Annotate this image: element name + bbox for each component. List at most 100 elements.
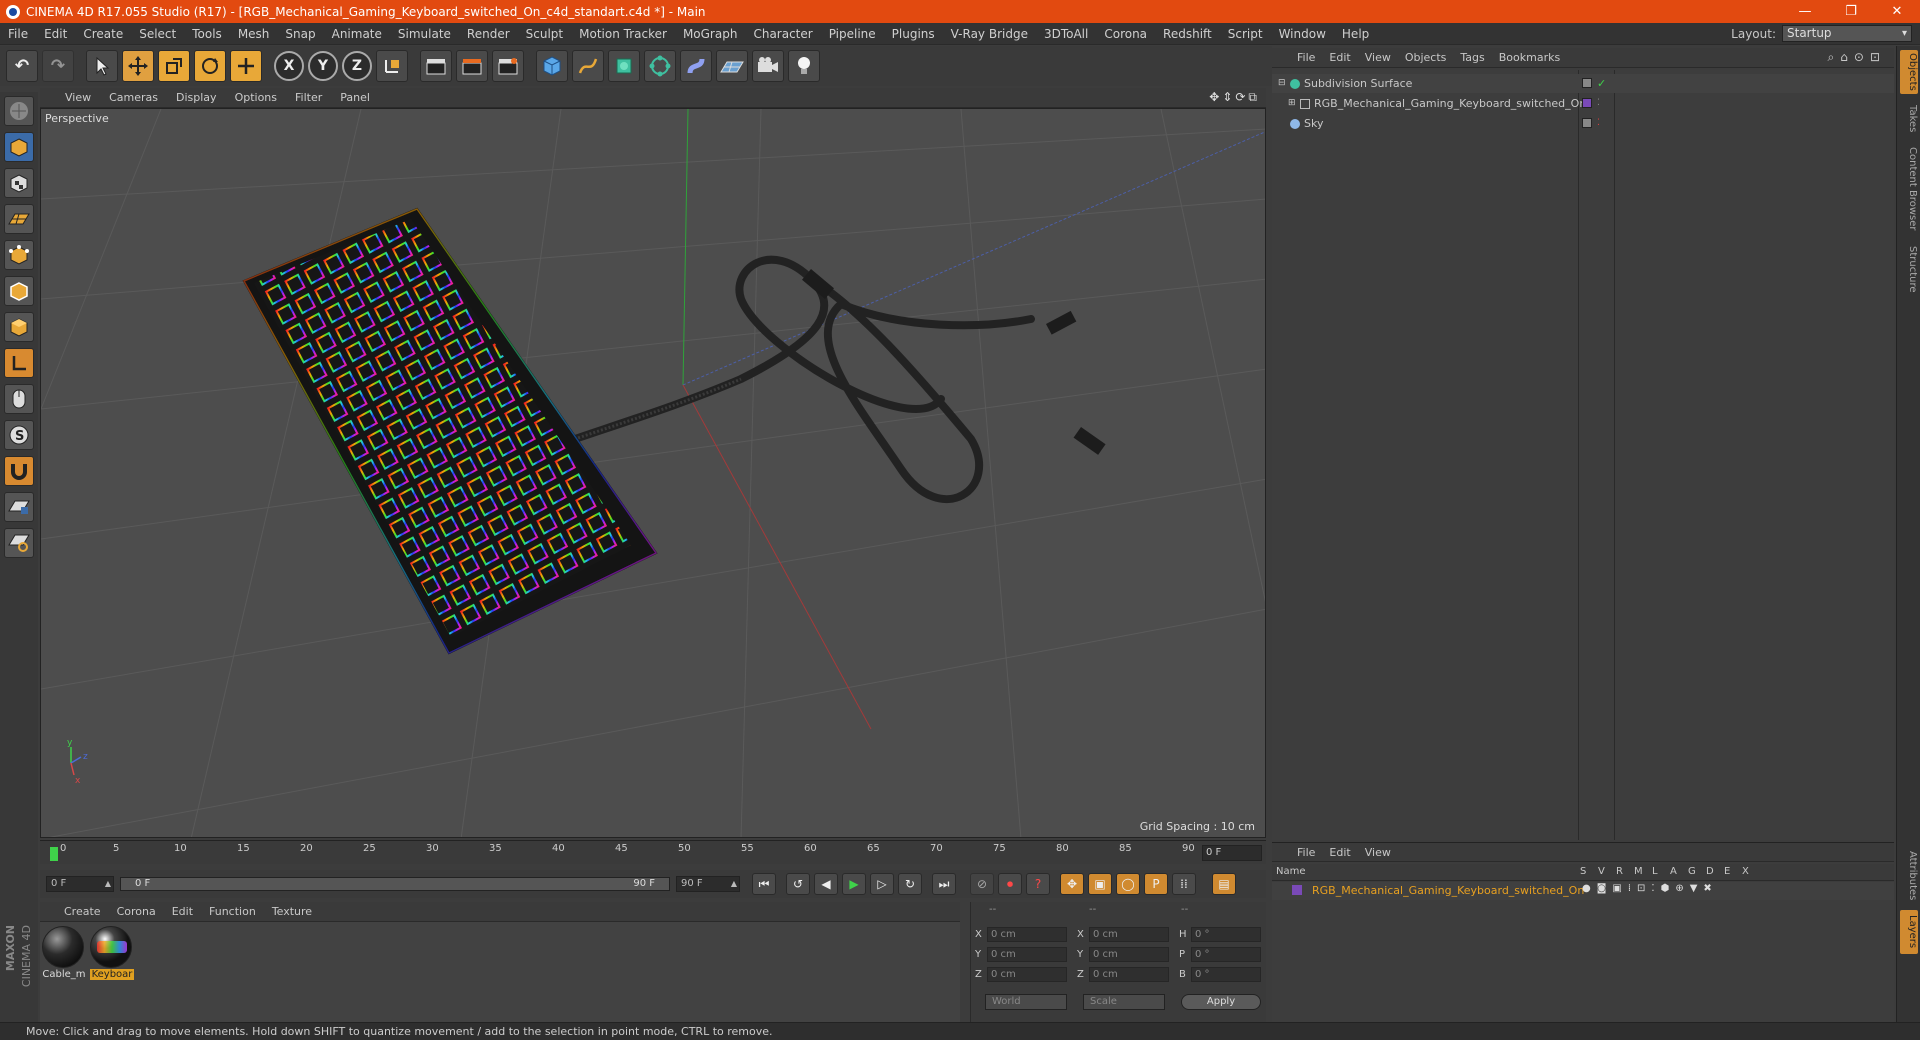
workplane-rotate-button[interactable] [4, 528, 34, 558]
tab-attributes[interactable]: Attributes [1900, 846, 1918, 906]
material-menu-function[interactable]: Function [201, 905, 264, 918]
object-menu-tags[interactable]: Tags [1453, 51, 1491, 64]
workplane-mode-button[interactable] [4, 204, 34, 234]
size-y-field[interactable]: 0 cm [1089, 946, 1169, 962]
menu-sculpt[interactable]: Sculpt [518, 27, 571, 41]
menu-create[interactable]: Create [75, 27, 131, 41]
go-to-end-button[interactable]: ⏭ [932, 873, 956, 895]
viewport-menu-display[interactable]: Display [167, 91, 226, 104]
viewport-menu-cameras[interactable]: Cameras [100, 91, 167, 104]
redo-button[interactable]: ↷ [42, 50, 74, 82]
menu-snap[interactable]: Snap [277, 27, 323, 41]
coord-size-dropdown[interactable]: Scale [1083, 994, 1165, 1010]
workplane-lock-button[interactable] [4, 492, 34, 522]
render-view-button[interactable] [420, 50, 452, 82]
material-menu-corona[interactable]: Corona [109, 905, 164, 918]
scale-track-button[interactable]: ▣ [1088, 873, 1112, 895]
recent-tool-button[interactable] [230, 50, 262, 82]
points-mode-button[interactable] [4, 240, 34, 270]
autokeying-button[interactable]: ⏺ [998, 873, 1022, 895]
expand-toggle-icon[interactable]: ⊞ [1288, 94, 1296, 113]
rotation-p-field[interactable]: 0 ° [1191, 946, 1261, 962]
menu-pipeline[interactable]: Pipeline [821, 27, 884, 41]
material-menu-edit[interactable]: Edit [164, 905, 201, 918]
menu-animate[interactable]: Animate [324, 27, 390, 41]
material-cable[interactable]: Cable_m [42, 926, 86, 980]
add-camera-button[interactable] [752, 50, 784, 82]
layer-menu-edit[interactable]: Edit [1322, 846, 1357, 859]
scale-tool-button[interactable] [158, 50, 190, 82]
menu-plugins[interactable]: Plugins [884, 27, 943, 41]
menu-vray-bridge[interactable]: V-Ray Bridge [943, 27, 1036, 41]
viewport-menu-panel[interactable]: Panel [331, 91, 379, 104]
menu-mograph[interactable]: MoGraph [675, 27, 746, 41]
menu-window[interactable]: Window [1271, 27, 1334, 41]
add-floor-button[interactable] [716, 50, 748, 82]
menu-redshift[interactable]: Redshift [1155, 27, 1220, 41]
tab-layers[interactable]: Layers [1900, 910, 1918, 954]
expand-icon[interactable]: ⊡ [1870, 50, 1886, 64]
add-spline-button[interactable] [572, 50, 604, 82]
object-menu-bookmarks[interactable]: Bookmarks [1492, 51, 1567, 64]
add-cube-button[interactable] [536, 50, 568, 82]
start-frame-field[interactable]: 0 F ▲ [46, 876, 114, 892]
render-off-dots-icon[interactable]: ⁚ [1597, 114, 1600, 133]
rotation-h-field[interactable]: 0 ° [1191, 926, 1261, 942]
layer-row[interactable]: RGB_Mechanical_Gaming_Keyboard_switched_… [1272, 882, 1894, 900]
texture-mode-button[interactable] [4, 168, 34, 198]
material-tag-icon[interactable] [1582, 118, 1592, 128]
edges-mode-button[interactable] [4, 276, 34, 306]
material-menu-create[interactable]: Create [56, 905, 109, 918]
move-tool-button[interactable] [122, 50, 154, 82]
menu-select[interactable]: Select [131, 27, 184, 41]
play-forwards-button[interactable]: ▶ [842, 873, 866, 895]
menu-help[interactable]: Help [1334, 27, 1377, 41]
frame-range-slider[interactable]: 0 F 90 F [120, 877, 670, 891]
minimize-button[interactable]: — [1782, 0, 1828, 23]
layer-menu-view[interactable]: View [1358, 846, 1398, 859]
apply-button[interactable]: Apply [1181, 994, 1261, 1010]
timeline-ruler[interactable]: 0 5 10 15 20 25 30 35 40 45 50 55 60 65 … [40, 840, 1266, 864]
menu-3dtoall[interactable]: 3DToAll [1036, 27, 1096, 41]
previous-keyframe-button[interactable]: ↺ [786, 873, 810, 895]
material-menu-texture[interactable]: Texture [264, 905, 320, 918]
menu-edit[interactable]: Edit [36, 27, 75, 41]
live-selection-button[interactable] [86, 50, 118, 82]
tree-item-sky[interactable]: Sky ⁚ [1272, 114, 1894, 133]
object-manager-tools[interactable]: ⌕⌂⊙⊡ [1828, 50, 1886, 65]
make-editable-button[interactable] [4, 96, 34, 126]
home-icon[interactable]: ⌂ [1840, 50, 1854, 64]
snapping-button[interactable]: S [4, 420, 34, 450]
current-frame-field[interactable]: 0 F [1202, 845, 1262, 861]
link-icon[interactable]: ⊙ [1854, 50, 1870, 64]
z-axis-lock-button[interactable]: Z [342, 51, 372, 81]
material-keyboard[interactable]: Keyboar [90, 926, 134, 980]
tree-item-subdivision-surface[interactable]: ⊟ Subdivision Surface ✓ [1272, 74, 1894, 93]
3d-viewport[interactable]: y z x Perspective Grid Spacing : 10 cm [40, 108, 1266, 838]
viewport-menu-options[interactable]: Options [226, 91, 286, 104]
position-z-field[interactable]: 0 cm [987, 966, 1067, 982]
previous-frame-button[interactable]: ◀ [814, 873, 838, 895]
enable-axis-button[interactable] [4, 348, 34, 378]
menu-corona[interactable]: Corona [1096, 27, 1155, 41]
layout-dropdown[interactable]: Startup [1782, 25, 1912, 42]
menu-mesh[interactable]: Mesh [230, 27, 278, 41]
enabled-check-icon[interactable]: ✓ [1597, 74, 1606, 93]
layer-color-icon[interactable] [1582, 98, 1592, 108]
menu-tools[interactable]: Tools [184, 27, 230, 41]
timeline-playhead[interactable] [50, 847, 58, 861]
viewport-menu-filter[interactable]: Filter [286, 91, 331, 104]
tab-content-browser[interactable]: Content Browser [1900, 142, 1918, 236]
visibility-dots-icon[interactable]: ⁚ [1597, 94, 1600, 113]
tree-item-keyboard[interactable]: ⊞ RGB_Mechanical_Gaming_Keyboard_switche… [1272, 94, 1894, 113]
undo-button[interactable]: ↶ [6, 50, 38, 82]
menu-character[interactable]: Character [745, 27, 820, 41]
layer-flag-icons[interactable]: ●◙▣⁞⊡⁚⬢⊕▼✖ [1582, 883, 1718, 894]
object-menu-edit[interactable]: Edit [1322, 51, 1357, 64]
next-frame-button[interactable]: ▷ [870, 873, 894, 895]
layer-menu-file[interactable]: File [1290, 846, 1322, 859]
object-menu-objects[interactable]: Objects [1398, 51, 1454, 64]
rotation-b-field[interactable]: 0 ° [1191, 966, 1261, 982]
collapse-toggle-icon[interactable]: ⊟ [1278, 74, 1286, 93]
rotate-tool-button[interactable] [194, 50, 226, 82]
